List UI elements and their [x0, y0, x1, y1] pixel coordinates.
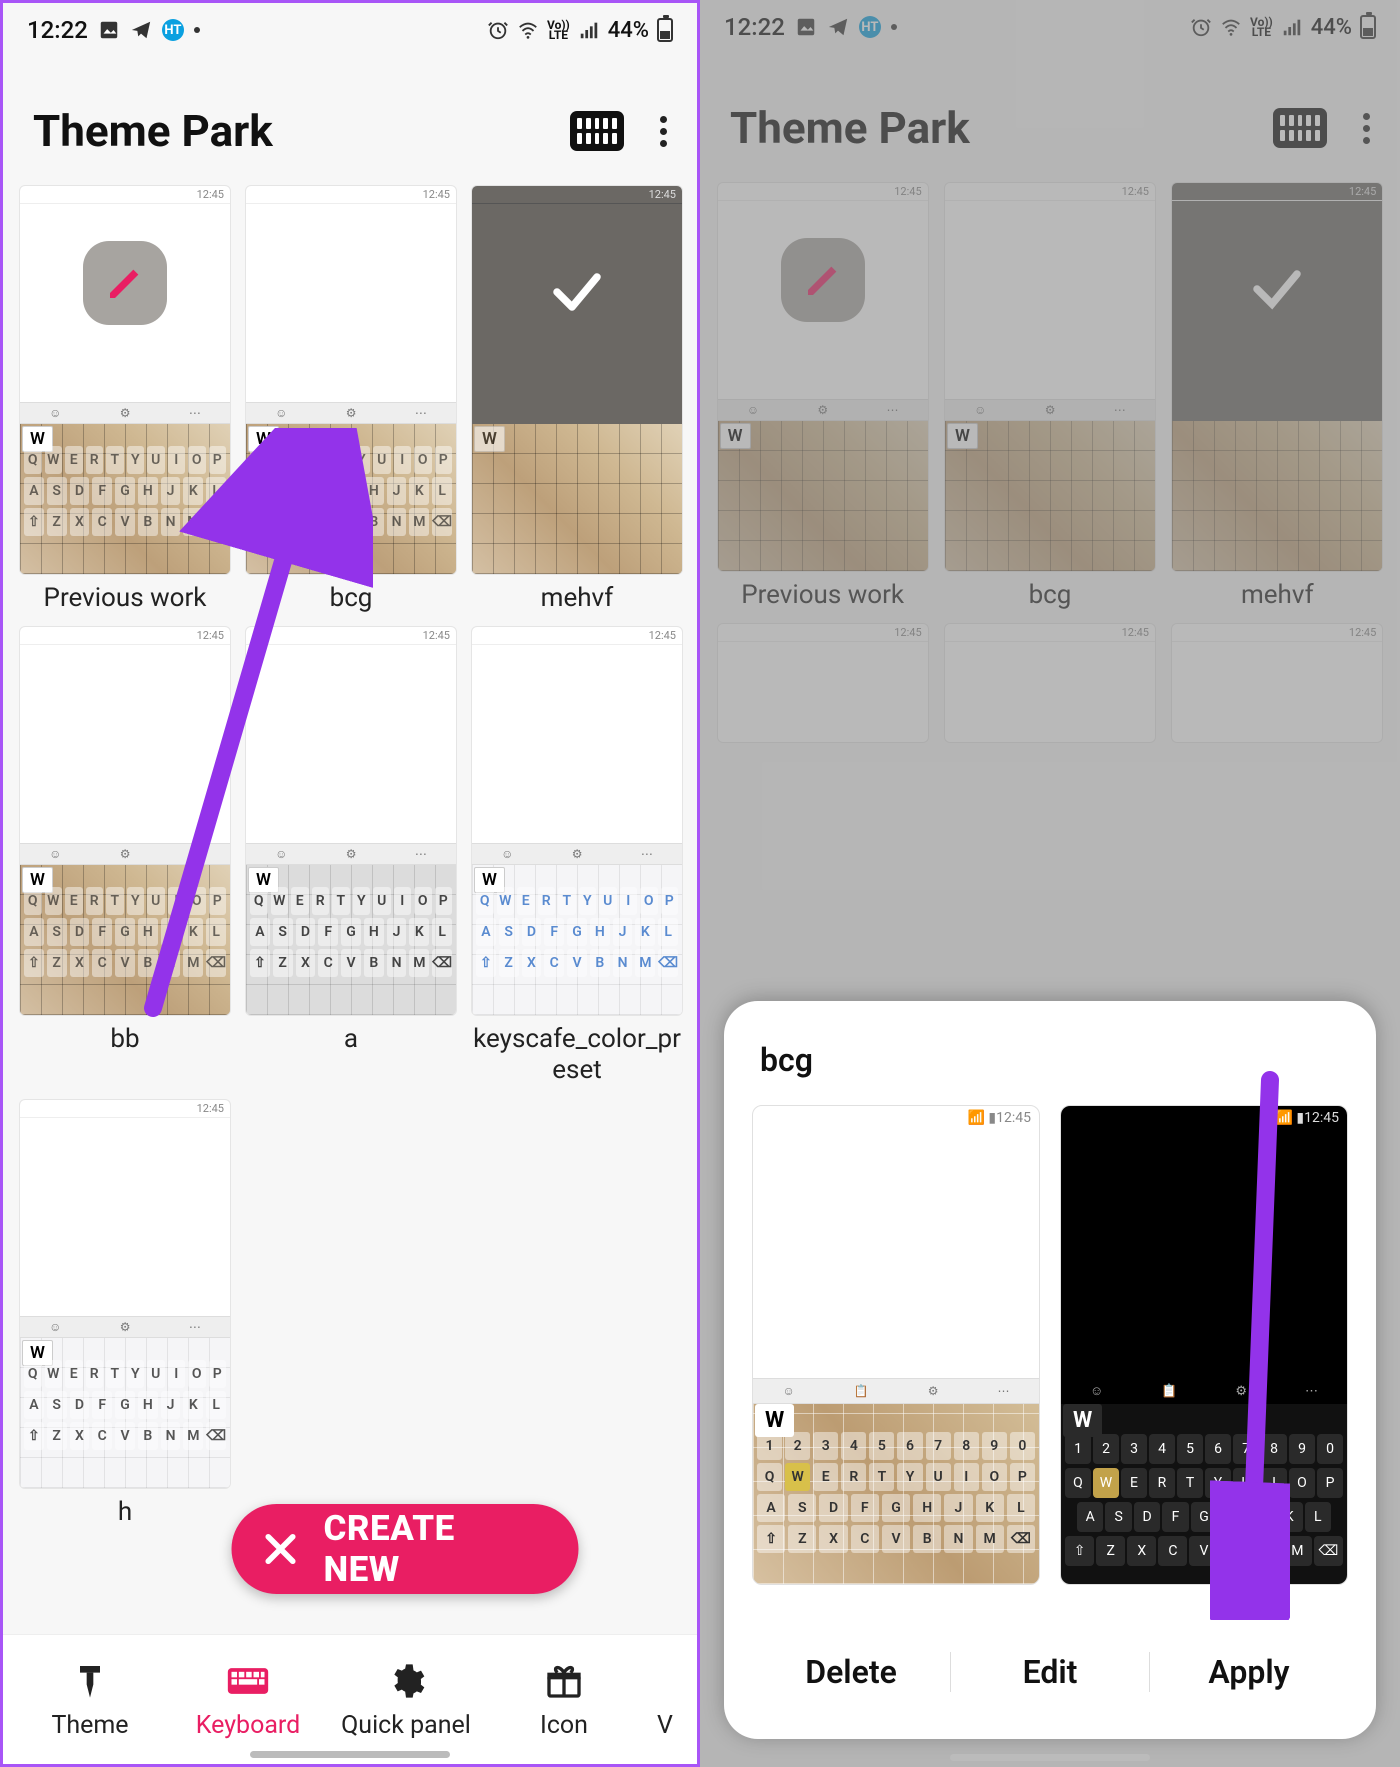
theme-label: keyscafe_color_preset — [472, 1024, 682, 1086]
themes-grid: 12:45 ☺⚙⋯ W Previous work 12:45 ☺⚙⋯ W bc… — [700, 182, 1400, 743]
checkmark-icon — [535, 257, 619, 327]
alarm-icon — [487, 19, 509, 41]
edit-button[interactable]: Edit — [951, 1635, 1149, 1709]
volte-icon: Vo))LTE — [547, 20, 570, 40]
more-menu-icon[interactable] — [1363, 113, 1370, 144]
page-title: Theme Park — [33, 105, 273, 157]
more-menu-icon[interactable] — [660, 116, 667, 147]
signal-icon — [578, 19, 600, 41]
status-dot-icon — [194, 27, 200, 33]
close-icon — [260, 1527, 302, 1571]
theme-card: 12:45 — [716, 623, 929, 743]
gift-icon — [542, 1659, 586, 1703]
status-time: 12:22 — [724, 13, 785, 41]
tab-theme[interactable]: Theme — [11, 1659, 169, 1740]
volte-icon: Vo))LTE — [1250, 17, 1273, 37]
nav-handle[interactable] — [950, 1754, 1150, 1761]
theme-card: 12:45 — [943, 623, 1156, 743]
theme-label: mehvf — [1241, 580, 1314, 611]
ht-app-icon: HT — [859, 16, 881, 38]
nav-handle[interactable] — [250, 1751, 450, 1758]
status-bar: 12:22 HT Vo))LTE 44% — [700, 0, 1400, 54]
bottom-tabs: Theme Keyboard Quick panel Icon V — [3, 1634, 697, 1764]
tab-icon[interactable]: Icon — [485, 1659, 643, 1740]
w-key-badge: W — [755, 1404, 794, 1437]
theme-label: a — [344, 1024, 358, 1055]
theme-card-previous-work: 12:45 ☺⚙⋯ W Previous work — [716, 182, 929, 611]
keyboard-icon[interactable] — [570, 111, 624, 151]
annotation-arrow-icon — [1210, 1070, 1290, 1620]
theme-label: bcg — [1029, 580, 1072, 611]
keyboard-icon[interactable] — [1273, 108, 1327, 148]
status-dot-icon — [891, 24, 897, 30]
app-header: Theme Park — [700, 54, 1400, 182]
wifi-icon — [517, 19, 539, 41]
theme-card-mehvf: 12:45 mehvf — [1171, 182, 1384, 611]
battery-icon — [657, 18, 673, 42]
theme-label: Previous work — [741, 580, 904, 611]
screenshot-left: 12:22 HT Vo))LTE 44% Theme Park — [0, 0, 700, 1767]
preview-light: 📶 ▮12:45 ☺📋⚙⋯ W 1234567890 QWERTYUIOP AS… — [752, 1105, 1040, 1585]
app-header: Theme Park — [3, 57, 697, 185]
create-new-button[interactable]: CREATE NEW — [232, 1504, 579, 1594]
gallery-icon — [795, 16, 817, 38]
theme-label: mehvf — [541, 583, 614, 614]
tab-more[interactable]: V — [643, 1659, 687, 1740]
tab-quick-panel[interactable]: Quick panel — [327, 1659, 485, 1740]
telegram-icon — [827, 16, 849, 38]
status-time: 12:22 — [27, 16, 88, 44]
theme-card-bcg: 12:45 ☺⚙⋯ W bcg — [943, 182, 1156, 611]
w-key-badge: W — [947, 423, 978, 449]
screenshot-right: 12:22 HT Vo))LTE 44% Theme Park — [700, 0, 1400, 1767]
wifi-icon — [1220, 16, 1242, 38]
pencil-icon — [83, 241, 167, 325]
theme-card-h[interactable]: 12:45 ☺⚙⋯ W QWERTYUIOP ASDFGHJKL ⇧ZXCVBN… — [19, 1099, 231, 1528]
page-title: Theme Park — [730, 102, 970, 154]
theme-label: bb — [110, 1024, 139, 1055]
annotation-arrow-icon — [123, 428, 373, 1028]
theme-card: 12:45 — [1171, 623, 1384, 743]
gallery-icon — [98, 19, 120, 41]
apply-button[interactable]: Apply — [1150, 1635, 1348, 1709]
checkmark-icon — [1235, 254, 1319, 324]
battery-percentage: 44% — [1311, 15, 1352, 40]
theme-card-keyscafe[interactable]: 12:45 ☺⚙⋯ W QWERTYUIOP ASDFGHJKL ⇧ZXCVBN… — [471, 626, 683, 1086]
ht-app-icon: HT — [162, 19, 184, 41]
theme-label: h — [118, 1497, 132, 1528]
theme-card-mehvf[interactable]: 12:45 W mehvf — [471, 185, 683, 614]
create-new-label: CREATE NEW — [324, 1508, 531, 1590]
w-key-badge: W — [474, 426, 505, 452]
preview-dark: 📶 ▮12:45 ☺📋⚙⋯ W 1234567890 QWERTYUIOP AS… — [1060, 1105, 1348, 1585]
gear-icon — [384, 1659, 428, 1703]
pencil-icon — [781, 238, 865, 322]
battery-percentage: 44% — [608, 18, 649, 43]
signal-icon — [1281, 16, 1303, 38]
tab-keyboard[interactable]: Keyboard — [169, 1659, 327, 1740]
alarm-icon — [1190, 16, 1212, 38]
keyboard-icon — [226, 1659, 270, 1703]
w-key-badge: W — [1063, 1404, 1102, 1437]
w-key-badge: W — [720, 423, 751, 449]
delete-button[interactable]: Delete — [752, 1635, 950, 1709]
paintbrush-icon — [68, 1659, 112, 1703]
telegram-icon — [130, 19, 152, 41]
status-bar: 12:22 HT Vo))LTE 44% — [3, 3, 697, 57]
battery-icon — [1360, 15, 1376, 39]
